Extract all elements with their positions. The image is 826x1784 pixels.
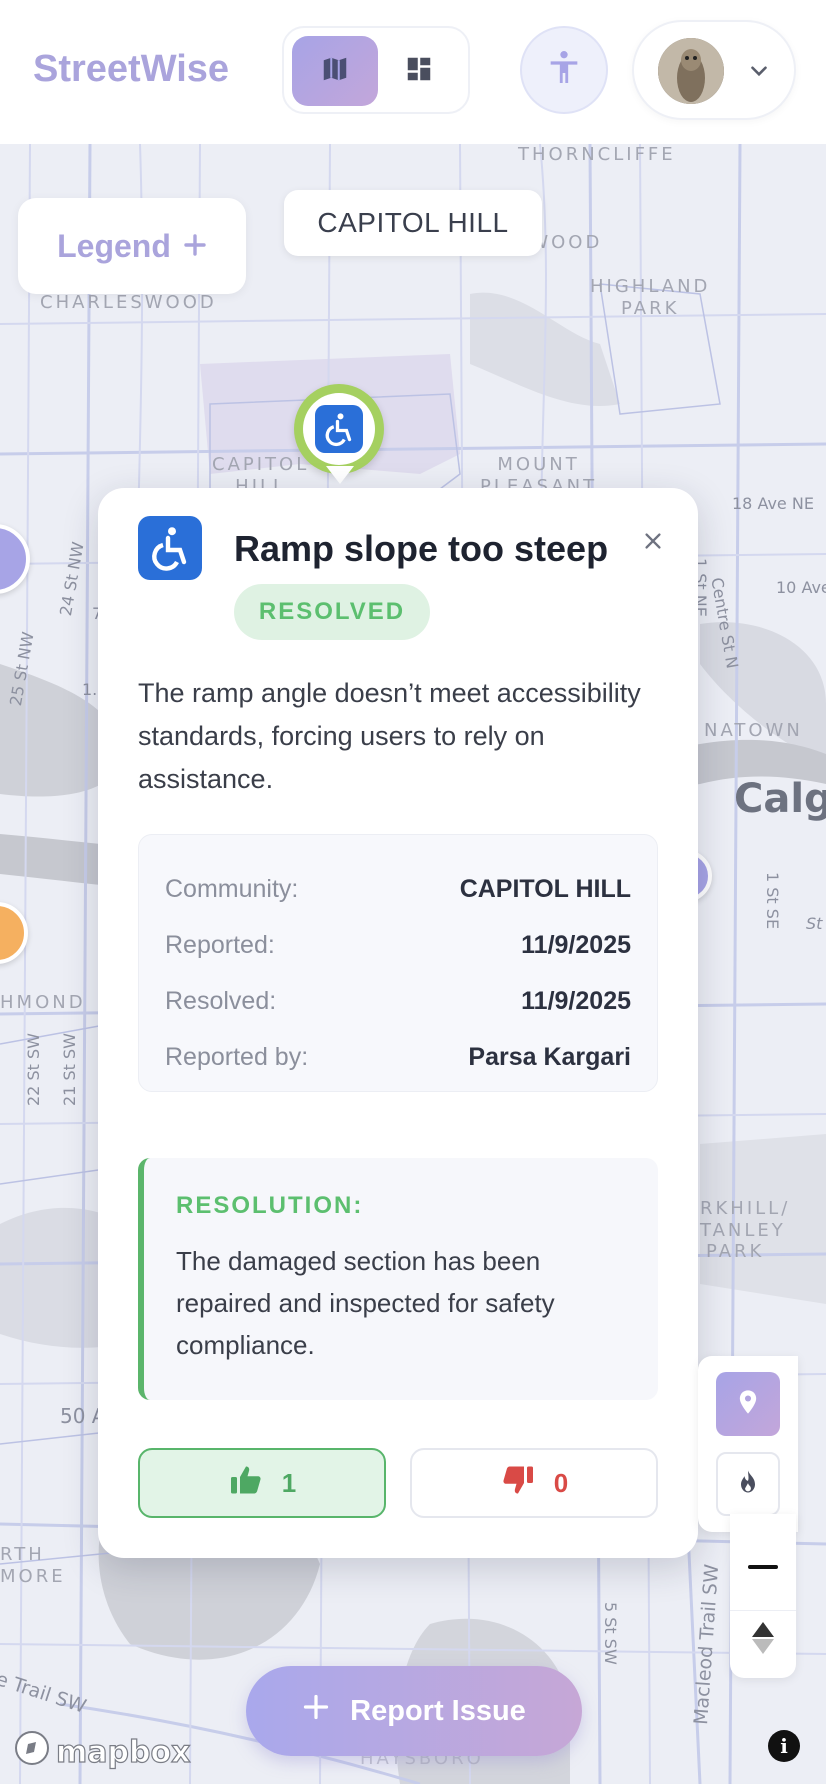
map-icon — [320, 54, 350, 89]
detail-row-reported: Reported: 11/9/2025 — [165, 917, 631, 973]
pin-tail — [326, 466, 354, 484]
dashboard-icon — [404, 54, 434, 89]
map-label-line: MOUNT — [497, 454, 580, 475]
layer-control — [698, 1356, 798, 1532]
map-label-line: CAPITOL — [212, 454, 310, 475]
map-view-button[interactable] — [292, 36, 378, 106]
report-issue-label: Report Issue — [350, 1694, 526, 1727]
map-pin-icon — [734, 1388, 762, 1421]
selected-issue-pin[interactable] — [294, 384, 384, 474]
detail-value: 11/9/2025 — [521, 930, 631, 959]
chevron-down-icon — [746, 58, 772, 89]
map-label-city: Calga — [734, 776, 826, 822]
profile-menu-button[interactable] — [632, 20, 796, 120]
detail-label: Reported: — [165, 930, 275, 959]
detail-row-resolved: Resolved: 11/9/2025 — [165, 973, 631, 1029]
resolution-label: RESOLUTION: — [176, 1192, 364, 1219]
community-chip: CAPITOL HILL — [284, 190, 542, 256]
map-label-line: RKHILL/ — [700, 1198, 791, 1219]
zoom-control — [730, 1514, 796, 1678]
avatar — [658, 38, 724, 104]
wheelchair-icon — [315, 405, 363, 453]
detail-row-community: Community: CAPITOL HILL — [165, 861, 631, 917]
map-label-charleswood: CHARLESWOOD — [40, 292, 217, 313]
flame-icon — [734, 1468, 762, 1501]
street-label: St — [806, 914, 823, 933]
status-badge: RESOLVED — [234, 584, 430, 640]
map-label-thorncliffe: THORNCLIFFE — [518, 144, 676, 165]
street-label: 10 Ave — [776, 578, 826, 597]
accessibility-person-icon — [544, 48, 584, 93]
legend-label: Legend — [57, 227, 171, 264]
view-toggle — [282, 26, 470, 114]
dashboard-view-button[interactable] — [376, 36, 462, 106]
detail-value: Parsa Kargari — [468, 1042, 631, 1071]
map-label-line: RTH — [0, 1544, 45, 1565]
detail-label: Reported by: — [165, 1042, 309, 1071]
downvote-button[interactable]: 0 — [410, 1448, 658, 1518]
mapbox-logo[interactable]: mapbox — [14, 1731, 191, 1770]
map-label-line: HIGHLAND — [590, 276, 711, 297]
street-label: 1 St SE — [763, 872, 782, 930]
map-label-richmond: HMOND — [0, 992, 86, 1013]
detail-label: Resolved: — [165, 986, 277, 1015]
zoom-out-button[interactable] — [730, 1538, 796, 1598]
accessibility-button[interactable] — [520, 26, 608, 114]
compass-button[interactable] — [730, 1610, 796, 1670]
pin-inner — [303, 393, 375, 465]
street-label: 22 St SW — [24, 1033, 43, 1106]
map-label-highland-park: HIGHLAND PARK — [590, 276, 710, 319]
minus-icon — [748, 1559, 778, 1577]
brand-logo[interactable]: StreetWise — [33, 48, 229, 91]
upvote-count: 1 — [281, 1467, 297, 1498]
detail-value: CAPITOL HILL — [459, 874, 631, 903]
detail-value: 11/9/2025 — [521, 986, 631, 1015]
map-label-line: PARK — [621, 297, 680, 319]
close-button[interactable] — [636, 524, 670, 558]
heatmap-layer-button[interactable] — [716, 1452, 780, 1516]
map-label-line: TANLEY — [700, 1219, 786, 1241]
issue-title: Ramp slope too steep — [234, 528, 609, 569]
upvote-button[interactable]: 1 — [138, 1448, 386, 1518]
resolution-text: The damaged section has been repaired an… — [176, 1246, 555, 1360]
issue-description: The ramp angle doesn’t meet accessibilit… — [138, 678, 641, 794]
map-label-line: PARK — [706, 1241, 765, 1263]
issue-popup: Ramp slope too steep RESOLVED The ramp a… — [98, 488, 698, 1558]
app-header: StreetWise — [0, 0, 826, 144]
pins-layer-button[interactable] — [716, 1372, 780, 1436]
wheelchair-icon — [138, 516, 202, 580]
street-label: 5 St SW — [601, 1602, 620, 1665]
compass-icon — [750, 1620, 776, 1661]
mapbox-mark-icon — [14, 1730, 50, 1774]
map-label-parkhill: RKHILL/ TANLEY PARK — [700, 1198, 790, 1263]
mapbox-wordmark: mapbox — [55, 1734, 191, 1770]
street-label: 21 St SW — [60, 1033, 79, 1106]
map-label-north: RTH MORE — [0, 1544, 66, 1587]
thumbs-up-icon — [228, 1462, 264, 1505]
info-button[interactable]: i — [768, 1730, 800, 1762]
resolution-box: RESOLUTION: The damaged section has been… — [138, 1158, 658, 1400]
map-label-chinatown: NATOWN — [704, 720, 803, 741]
close-icon — [642, 523, 664, 560]
issue-details: Community: CAPITOL HILL Reported: 11/9/2… — [138, 834, 658, 1092]
street-label: 1. — [82, 680, 98, 699]
downvote-count: 0 — [553, 1467, 569, 1498]
thumbs-down-icon — [500, 1462, 536, 1505]
plus-icon — [183, 228, 207, 265]
map-label-line: MORE — [0, 1565, 66, 1587]
plus-icon — [302, 1693, 330, 1729]
legend-button[interactable]: Legend — [18, 198, 246, 294]
detail-row-reporter: Reported by: Parsa Kargari — [165, 1029, 631, 1085]
street-label: 18 Ave NE — [732, 494, 814, 513]
report-issue-button[interactable]: Report Issue — [246, 1666, 582, 1756]
detail-label: Community: — [165, 874, 299, 903]
